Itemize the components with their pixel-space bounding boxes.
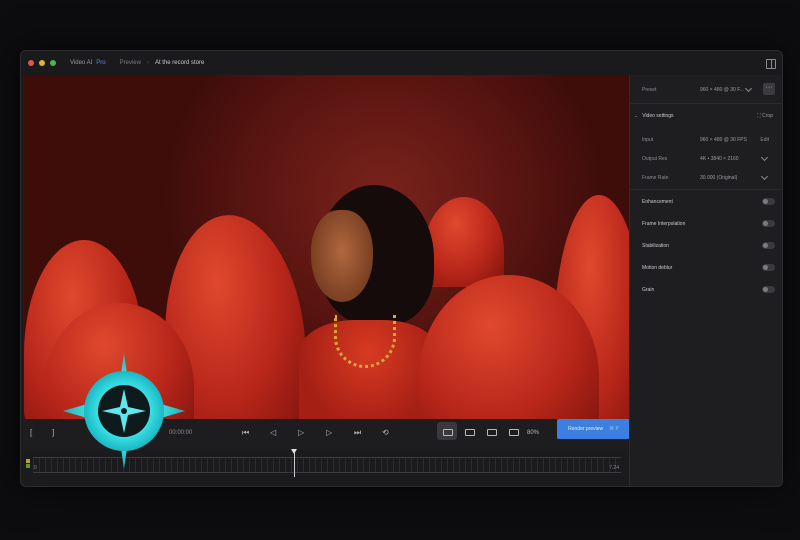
track-marker xyxy=(26,464,30,468)
maximize-window-button[interactable] xyxy=(50,60,56,66)
frame-interpolation-row: Frame Interpolation xyxy=(642,219,775,229)
minimize-window-button[interactable] xyxy=(39,60,45,66)
view-single-button[interactable] xyxy=(437,422,457,440)
stabilization-row: Stabilization xyxy=(642,241,775,251)
frame-rate-label: Frame Rate xyxy=(642,175,669,181)
input-label: Input xyxy=(642,137,654,143)
breadcrumb-preview[interactable]: Preview xyxy=(120,60,141,66)
input-row: Input 960 × 480 @ 30 FPS Edit xyxy=(642,137,773,143)
loop-icon[interactable]: ⟲ xyxy=(382,429,389,437)
divider xyxy=(630,103,782,104)
woman-face xyxy=(311,210,373,302)
close-window-button[interactable] xyxy=(28,60,34,66)
grain-row: Grain xyxy=(642,285,775,295)
crop-label: Crop xyxy=(762,113,773,119)
crop-button[interactable]: ⛶ Crop xyxy=(757,113,773,119)
mark-in-button[interactable]: [ xyxy=(30,429,32,437)
settings-sidebar: Preset 960 × 480 @ 30 F... ··· ⌄ Video s… xyxy=(629,75,782,486)
enhancement-toggle[interactable] xyxy=(762,198,775,205)
stabilization-toggle[interactable] xyxy=(762,242,775,249)
titlebar: Video AI Pro Preview › At the record sto… xyxy=(21,51,782,75)
preset-value: 960 × 480 @ 30 F... xyxy=(700,87,744,93)
red-hood-figure xyxy=(424,197,504,287)
play-icon[interactable]: ▷ xyxy=(298,429,304,437)
grain-toggle[interactable] xyxy=(762,286,775,293)
breadcrumb-separator: › xyxy=(146,60,149,66)
app-name: Video AI xyxy=(70,60,93,66)
edit-input-button[interactable]: Edit xyxy=(760,137,769,143)
skip-to-end-icon[interactable]: ⏭ xyxy=(354,429,361,437)
enhancement-row: Enhancement xyxy=(642,197,775,207)
frame-interpolation-toggle[interactable] xyxy=(762,220,775,227)
preset-more-button[interactable]: ··· xyxy=(763,83,775,95)
frame-rate-row[interactable]: Frame Rate 30.000 (Original) xyxy=(642,172,773,181)
chevron-down-icon xyxy=(760,172,769,181)
view-split-button[interactable] xyxy=(481,422,501,440)
mark-out-button[interactable]: ] xyxy=(52,429,54,437)
chevron-down-icon xyxy=(744,84,753,93)
preset-label: Preset xyxy=(642,87,657,93)
preset-row[interactable]: Preset 960 × 480 @ 30 F... xyxy=(642,84,773,93)
output-res-label: Output Res xyxy=(642,156,668,162)
step-back-icon[interactable]: ◁ xyxy=(270,429,276,437)
frame-rate-value: 30.000 (Original) xyxy=(700,175,738,181)
render-preview-button[interactable]: Render preview ⌘ P xyxy=(557,419,630,439)
timeline-end-label: 7.24 xyxy=(609,465,619,471)
cursor-sparkle-icon xyxy=(63,353,185,469)
skip-to-start-icon[interactable]: ⏮ xyxy=(242,429,249,437)
motion-deblur-row: Motion deblur xyxy=(642,263,775,273)
sidebar-toggle-icon[interactable] xyxy=(766,59,776,69)
app-edition: Pro xyxy=(96,60,106,66)
toggle-label: Motion deblur xyxy=(642,265,673,271)
toggle-label: Stabilization xyxy=(642,243,669,249)
output-res-row[interactable]: Output Res 4K • 3840 × 2160 xyxy=(642,153,773,162)
step-forward-icon[interactable]: ▷ xyxy=(326,429,332,437)
current-file-name: At the record store xyxy=(154,60,205,66)
view-compare-button[interactable] xyxy=(503,422,523,440)
toggle-label: Grain xyxy=(642,287,655,293)
video-settings-header[interactable]: ⌄ Video settings ⛶ Crop xyxy=(634,113,773,119)
timeline-start-label: 0 xyxy=(34,465,37,471)
track-marker xyxy=(26,459,30,463)
output-res-value: 4K • 3840 × 2160 xyxy=(700,156,739,162)
render-shortcut: ⌘ P xyxy=(609,426,619,432)
divider xyxy=(630,189,782,190)
chevron-down-icon: ⌄ xyxy=(634,113,639,119)
toggle-label: Frame Interpolation xyxy=(642,221,686,227)
playhead[interactable] xyxy=(291,449,297,477)
input-value: 960 × 480 @ 30 FPS xyxy=(700,137,747,143)
render-preview-label: Render preview xyxy=(568,426,604,432)
view-side-by-side-button[interactable] xyxy=(459,422,479,440)
section-title: Video settings xyxy=(642,113,674,119)
window-controls xyxy=(23,60,56,66)
zoom-select[interactable]: 80% xyxy=(527,430,539,436)
toggle-label: Enhancement xyxy=(642,199,673,205)
motion-deblur-toggle[interactable] xyxy=(762,264,775,271)
chevron-down-icon xyxy=(760,153,769,162)
